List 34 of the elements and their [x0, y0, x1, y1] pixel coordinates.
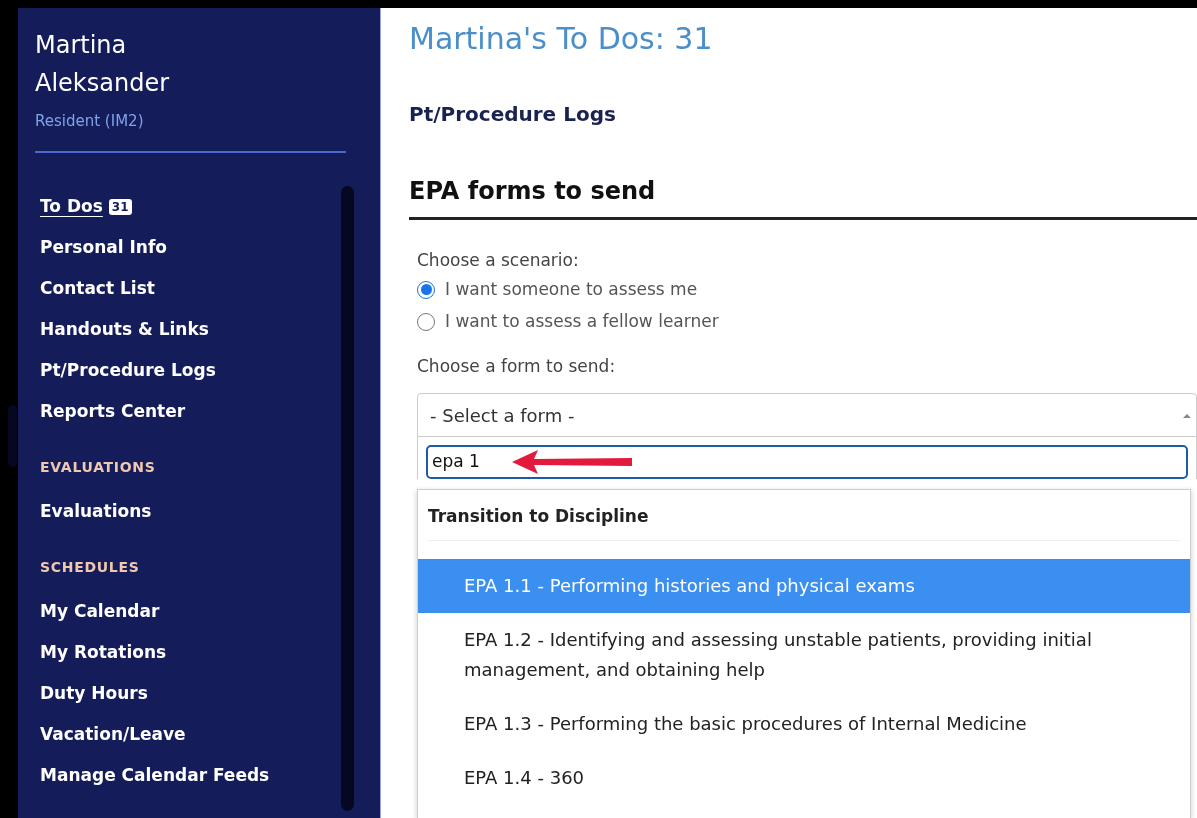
nav-link[interactable]: Pt/Procedure Logs	[40, 358, 216, 384]
search-field[interactable]: epa 1	[426, 445, 1188, 479]
select-field[interactable]: - Select a form -	[417, 393, 1197, 437]
field-label: Choose a scenario:	[417, 249, 580, 272]
nav-link[interactable]: Contact List	[40, 276, 155, 302]
nav-link[interactable]: Handouts & Links	[40, 317, 209, 343]
nav-link[interactable]: Manage Calendar Feeds	[40, 763, 270, 789]
radio-label: I want to assess a fellow learner	[445, 309, 719, 333]
option-group-heading: Transition to Discipline	[427, 505, 650, 528]
dropdown-option[interactable]: EPA 1.4 - 360	[418, 750, 1190, 805]
count-badge: 31	[108, 199, 132, 215]
user-name: Martina Aleksander	[35, 30, 171, 99]
page-title: Martina's To Dos: 31	[409, 20, 714, 58]
nav-link[interactable]: Evaluations	[40, 499, 152, 525]
nav-link[interactable]: Duty Hours	[40, 681, 148, 707]
dropdown-option[interactable]: EPA 1.2 - Identifying and assessing unstable patients, providing initial management, and obtaining help	[418, 612, 1190, 697]
radio-label: I want someone to assess me	[445, 277, 698, 301]
section-title: EPA forms to send	[409, 176, 657, 207]
scrollbar[interactable]	[8, 405, 17, 467]
subheading: Pt/Procedure Logs	[409, 101, 617, 128]
user-role: Resident (IM2)	[35, 111, 145, 132]
dropdown-option[interactable]: EPA 1.3 - Performing the basic procedures of Internal Medicine	[418, 696, 1190, 751]
nav-link[interactable]: Personal Info	[40, 235, 167, 261]
scrollbar[interactable]	[341, 186, 354, 811]
nav-link[interactable]: To Dos	[40, 194, 103, 220]
nav-link[interactable]: My Calendar	[40, 599, 160, 625]
field-label: Choose a form to send:	[417, 354, 617, 378]
radio-button[interactable]	[417, 312, 435, 331]
nav-link[interactable]: My Rotations	[40, 640, 167, 666]
section-heading: EVALUATIONS	[40, 457, 157, 477]
radio-button[interactable]	[417, 280, 435, 299]
nav-link[interactable]: Vacation/Leave	[40, 722, 186, 748]
nav-link[interactable]: Reports Center	[40, 399, 186, 425]
section-heading: SCHEDULES	[40, 557, 141, 577]
